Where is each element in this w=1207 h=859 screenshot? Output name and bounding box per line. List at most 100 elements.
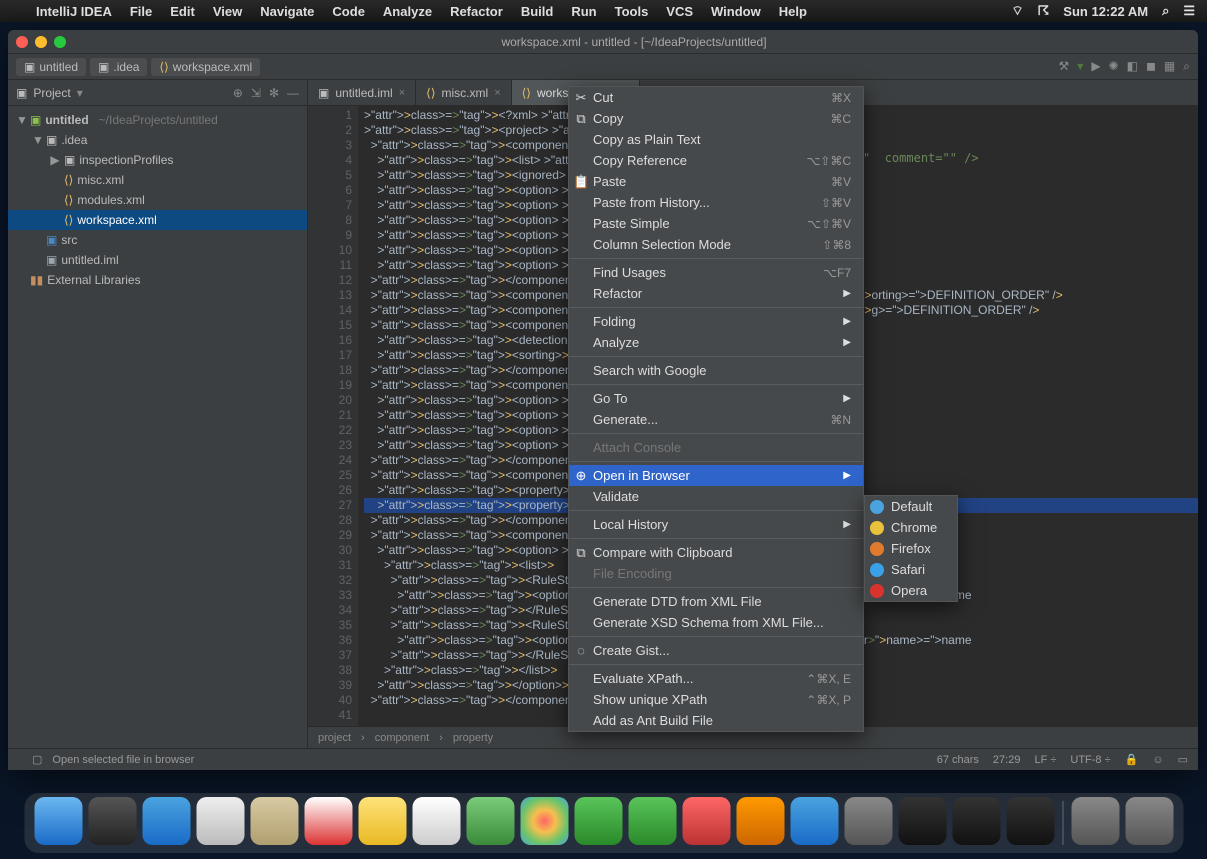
ctx-evaluate-xpath-[interactable]: Evaluate XPath...⌃⌘X, E bbox=[569, 668, 863, 689]
tool-icon[interactable]: ☈ bbox=[1038, 3, 1050, 19]
dock-preferences[interactable] bbox=[844, 797, 892, 845]
dropdown-icon[interactable]: ▾ bbox=[77, 86, 83, 100]
menu-file[interactable]: File bbox=[130, 4, 152, 19]
minimize-window-button[interactable] bbox=[35, 36, 47, 48]
gear-icon[interactable]: ✻ bbox=[269, 86, 279, 100]
hide-icon[interactable]: — bbox=[287, 86, 299, 100]
dock-reminders[interactable] bbox=[412, 797, 460, 845]
dock-trash[interactable] bbox=[1125, 797, 1173, 845]
dock-itunes[interactable] bbox=[682, 797, 730, 845]
tree-workspace[interactable]: ⟨⟩workspace.xml bbox=[8, 210, 307, 230]
dock-messages[interactable] bbox=[574, 797, 622, 845]
ctx-go-to[interactable]: Go To▶ bbox=[569, 388, 863, 409]
ctx-local-history[interactable]: Local History▶ bbox=[569, 514, 863, 535]
status-encoding[interactable]: UTF-8 ÷ bbox=[1070, 754, 1110, 766]
dock-contacts[interactable] bbox=[250, 797, 298, 845]
dock-calendar[interactable] bbox=[304, 797, 352, 845]
run-config-dropdown[interactable]: ▾ bbox=[1077, 59, 1083, 74]
build-icon[interactable]: ⚒ bbox=[1059, 59, 1070, 74]
menu-edit[interactable]: Edit bbox=[170, 4, 195, 19]
memory-icon[interactable]: ▭ bbox=[1178, 753, 1188, 766]
lock-icon[interactable]: 🔒 bbox=[1125, 753, 1139, 766]
browser-default[interactable]: Default bbox=[865, 496, 957, 517]
tree-misc[interactable]: ⟨⟩misc.xml bbox=[8, 170, 307, 190]
dock-finder[interactable] bbox=[34, 797, 82, 845]
ctx-paste-simple[interactable]: Paste Simple⌥⇧⌘V bbox=[569, 213, 863, 234]
menu-window[interactable]: Window bbox=[711, 4, 761, 19]
close-tab-icon[interactable]: × bbox=[494, 87, 500, 99]
status-line-ending[interactable]: LF ÷ bbox=[1034, 754, 1056, 766]
ctx-paste[interactable]: 📋Paste⌘V bbox=[569, 171, 863, 192]
ctx-copy-reference[interactable]: Copy Reference⌥⇧⌘C bbox=[569, 150, 863, 171]
macos-dock[interactable] bbox=[24, 793, 1183, 853]
menu-help[interactable]: Help bbox=[779, 4, 807, 19]
menu-analyze[interactable]: Analyze bbox=[383, 4, 432, 19]
crumb-project[interactable]: ▣untitled bbox=[16, 58, 86, 76]
search-icon[interactable]: ⌕ bbox=[1183, 59, 1190, 74]
status-square-icon[interactable]: ▢ bbox=[32, 753, 42, 766]
editor-context-menu[interactable]: ✂Cut⌘X⧉Copy⌘CCopy as Plain TextCopy Refe… bbox=[568, 86, 864, 732]
locate-icon[interactable]: ⊕ bbox=[233, 86, 243, 100]
tree-inspection[interactable]: ▶▣inspectionProfiles bbox=[8, 150, 307, 170]
dock-terminal[interactable] bbox=[898, 797, 946, 845]
dock-mail[interactable] bbox=[196, 797, 244, 845]
ctx-copy[interactable]: ⧉Copy⌘C bbox=[569, 108, 863, 129]
crumb-segment[interactable]: component bbox=[375, 732, 429, 744]
menu-refactor[interactable]: Refactor bbox=[450, 4, 503, 19]
debug-icon[interactable]: ✺ bbox=[1109, 59, 1119, 74]
dock-appstore[interactable] bbox=[790, 797, 838, 845]
browser-safari[interactable]: Safari bbox=[865, 559, 957, 580]
hector-icon[interactable]: ☺ bbox=[1152, 754, 1163, 766]
crumb-file[interactable]: ⟨⟩workspace.xml bbox=[151, 58, 260, 76]
menu-navigate[interactable]: Navigate bbox=[260, 4, 314, 19]
ctx-compare-with-clipboard[interactable]: ⧉Compare with Clipboard bbox=[569, 542, 863, 563]
coverage-icon[interactable]: ◧ bbox=[1127, 59, 1138, 74]
tree-idea[interactable]: ▼▣.idea bbox=[8, 130, 307, 150]
dock-intellij[interactable] bbox=[1006, 797, 1054, 845]
dock-ibooks[interactable] bbox=[736, 797, 784, 845]
app-name-menu[interactable]: IntelliJ IDEA bbox=[36, 4, 112, 19]
dock-notes[interactable] bbox=[358, 797, 406, 845]
ctx-copy-as-plain-text[interactable]: Copy as Plain Text bbox=[569, 129, 863, 150]
project-tree[interactable]: ▼▣untitled~/IdeaProjects/untitled ▼▣.ide… bbox=[8, 106, 307, 748]
crumb-idea[interactable]: ▣.idea bbox=[90, 58, 147, 76]
spotlight-icon[interactable]: ⌕ bbox=[1162, 3, 1169, 19]
ctx-generate-xsd-schema-from-xml-file-[interactable]: Generate XSD Schema from XML File... bbox=[569, 612, 863, 633]
ctx-validate[interactable]: Validate bbox=[569, 486, 863, 507]
menu-view[interactable]: View bbox=[213, 4, 242, 19]
dock-safari[interactable] bbox=[142, 797, 190, 845]
menu-tools[interactable]: Tools bbox=[615, 4, 649, 19]
status-caret-pos[interactable]: 27:29 bbox=[993, 754, 1021, 766]
dock-launchpad[interactable] bbox=[88, 797, 136, 845]
browser-firefox[interactable]: Firefox bbox=[865, 538, 957, 559]
ctx-create-gist-[interactable]: ◌Create Gist... bbox=[569, 640, 863, 661]
menu-run[interactable]: Run bbox=[571, 4, 596, 19]
dock-folder[interactable] bbox=[1071, 797, 1119, 845]
ctx-find-usages[interactable]: Find Usages⌥F7 bbox=[569, 262, 863, 283]
layout-icon[interactable]: ▦ bbox=[1164, 59, 1175, 74]
clock[interactable]: Sun 12:22 AM bbox=[1063, 4, 1148, 19]
stop-icon[interactable]: ◼ bbox=[1146, 59, 1156, 74]
zoom-window-button[interactable] bbox=[54, 36, 66, 48]
tab-untitled-iml[interactable]: ▣untitled.iml× bbox=[308, 80, 416, 105]
menu-vcs[interactable]: VCS bbox=[666, 4, 693, 19]
project-view-title[interactable]: Project bbox=[33, 86, 70, 100]
ctx-generate-dtd-from-xml-file[interactable]: Generate DTD from XML File bbox=[569, 591, 863, 612]
wifi-icon[interactable]: ⌔ bbox=[1011, 3, 1023, 19]
dock-pycharm[interactable] bbox=[952, 797, 1000, 845]
ctx-paste-from-history-[interactable]: Paste from History...⇧⌘V bbox=[569, 192, 863, 213]
collapse-icon[interactable]: ⇲ bbox=[251, 86, 261, 100]
ctx-show-unique-xpath[interactable]: Show unique XPath⌃⌘X, P bbox=[569, 689, 863, 710]
tree-external[interactable]: ▮▮External Libraries bbox=[8, 270, 307, 290]
dock-maps[interactable] bbox=[466, 797, 514, 845]
open-in-browser-submenu[interactable]: DefaultChromeFirefoxSafariOpera bbox=[864, 495, 958, 602]
browser-opera[interactable]: Opera bbox=[865, 580, 957, 601]
ctx-generate-[interactable]: Generate...⌘N bbox=[569, 409, 863, 430]
ctx-refactor[interactable]: Refactor▶ bbox=[569, 283, 863, 304]
ctx-analyze[interactable]: Analyze▶ bbox=[569, 332, 863, 353]
menu-code[interactable]: Code bbox=[332, 4, 365, 19]
ctx-column-selection-mode[interactable]: Column Selection Mode⇧⌘8 bbox=[569, 234, 863, 255]
close-window-button[interactable] bbox=[16, 36, 28, 48]
run-icon[interactable]: ▶ bbox=[1091, 59, 1100, 74]
ctx-add-as-ant-build-file[interactable]: Add as Ant Build File bbox=[569, 710, 863, 731]
